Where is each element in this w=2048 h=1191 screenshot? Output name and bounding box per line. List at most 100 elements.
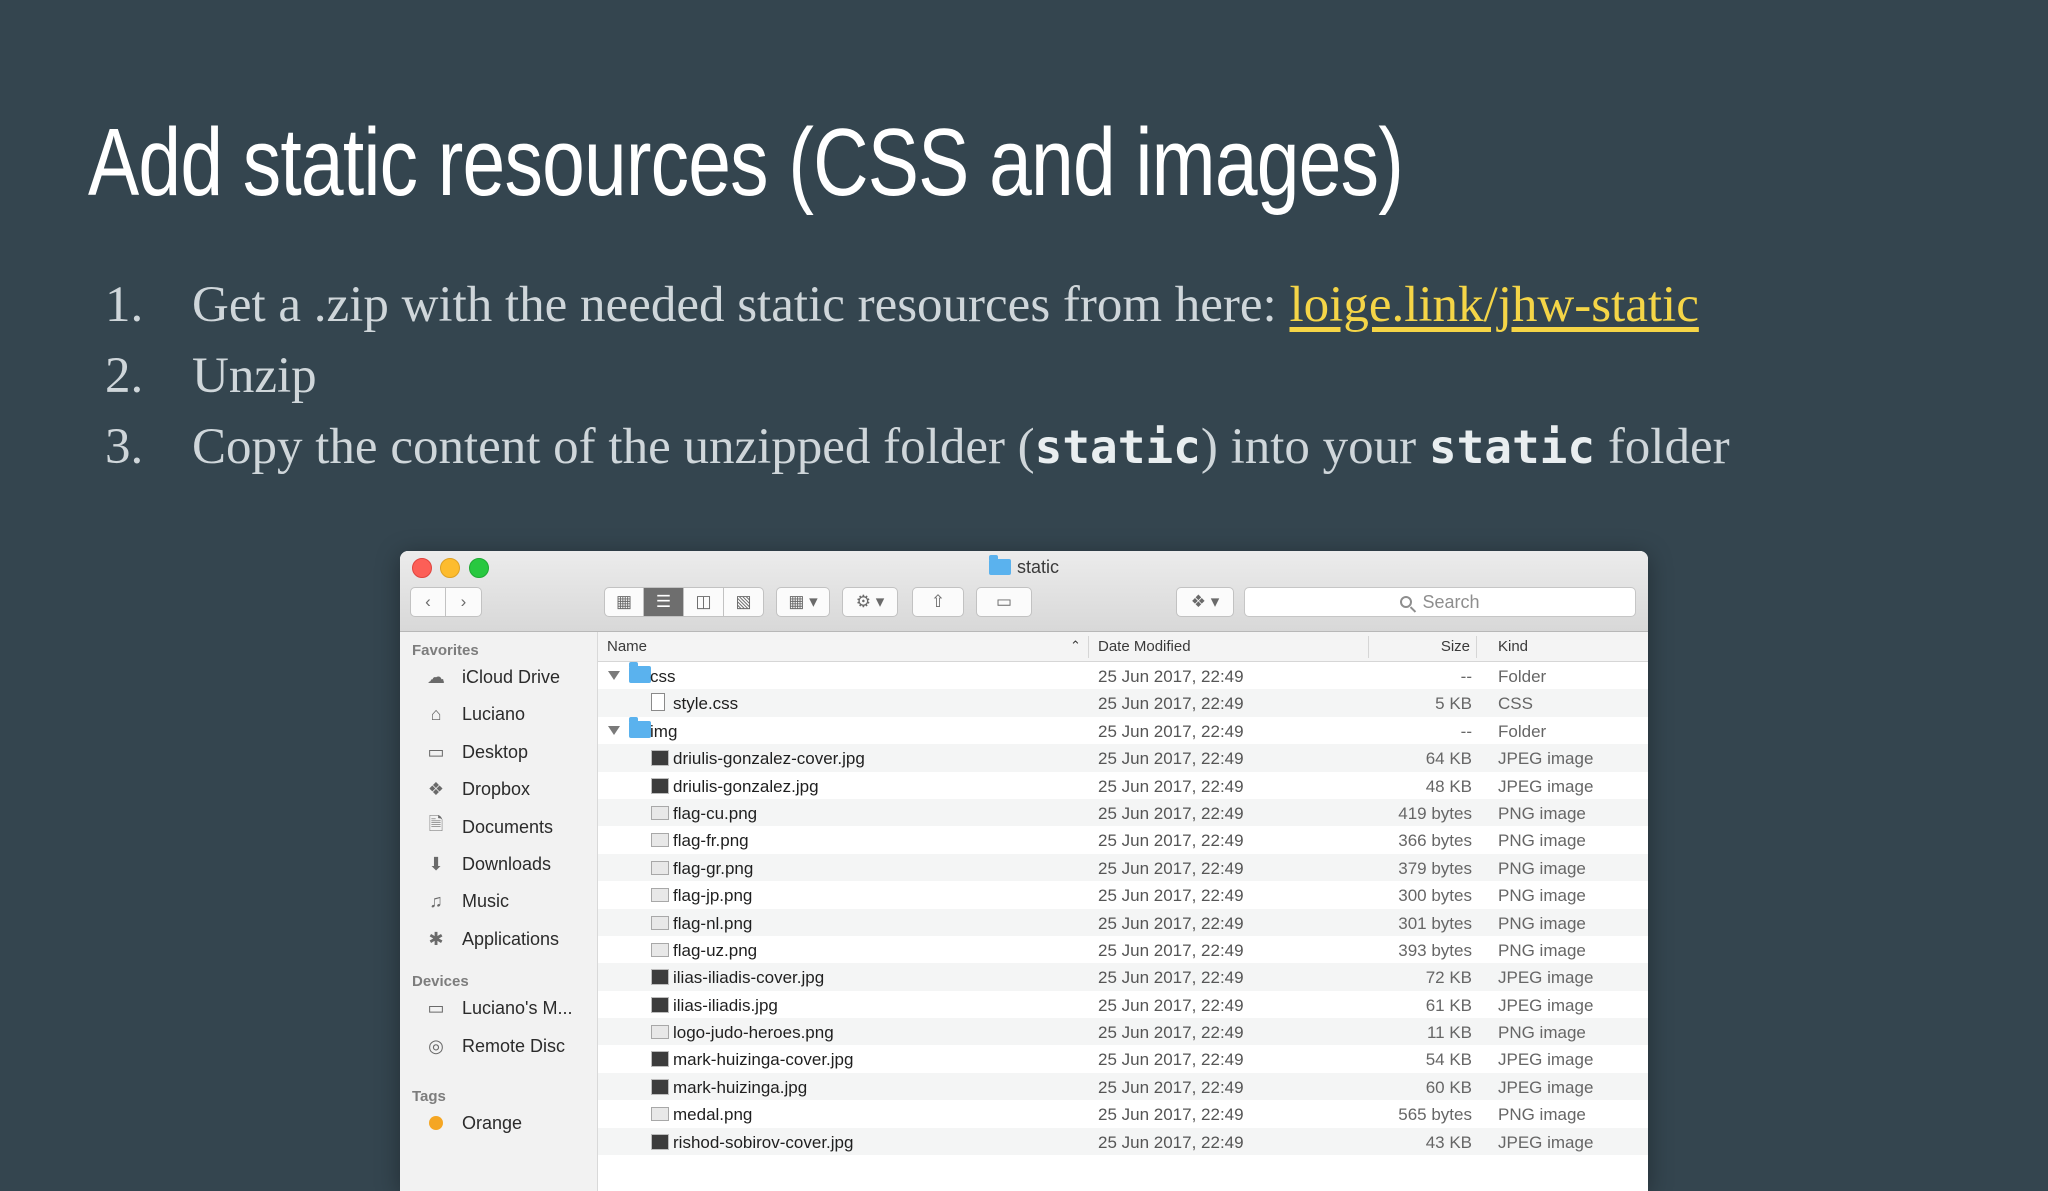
- file-row[interactable]: img 25 Jun 2017, 22:49 -- Folder: [598, 716, 1648, 744]
- sidebar-item-documents[interactable]: 🗎 Documents: [424, 812, 553, 842]
- icon-view-button[interactable]: ▦: [604, 587, 644, 617]
- file-date: 25 Jun 2017, 22:49: [1098, 831, 1244, 851]
- column-divider: [1088, 636, 1089, 658]
- file-kind: JPEG image: [1498, 749, 1594, 769]
- file-size: 301 bytes: [1398, 913, 1472, 933]
- image-file-icon: [651, 833, 669, 848]
- file-row[interactable]: logo-judo-heroes.png 25 Jun 2017, 22:49 11…: [598, 1018, 1648, 1046]
- file-row[interactable]: driulis-gonzalez-cover.jpg 25 Jun 2017, 2…: [598, 744, 1648, 772]
- sidebar-section-tags: Tags: [412, 1088, 446, 1105]
- file-size: 5 KB: [1435, 694, 1472, 714]
- tag-color-dot-icon: [424, 1113, 448, 1133]
- column-view-button[interactable]: ◫: [684, 587, 724, 617]
- step-number: 3.: [105, 419, 144, 475]
- disclosure-triangle-icon[interactable]: [608, 671, 620, 680]
- column-name-header[interactable]: Name: [607, 638, 647, 655]
- file-size: --: [1460, 667, 1472, 686]
- sidebar-item-icloud-drive[interactable]: ☁ iCloud Drive: [424, 662, 560, 692]
- file-date: 25 Jun 2017, 22:49: [1098, 694, 1244, 714]
- sidebar-item-applications[interactable]: ✱ Applications: [424, 924, 559, 954]
- sidebar-item-dropbox[interactable]: ❖ Dropbox: [424, 774, 530, 804]
- sidebar-item-label: Remote Disc: [462, 1035, 566, 1056]
- image-file-icon: [651, 860, 669, 875]
- file-row[interactable]: flag-uz.png 25 Jun 2017, 22:49 393 bytes PN…: [598, 936, 1648, 963]
- file-row[interactable]: flag-fr.png 25 Jun 2017, 22:49 366 bytes PN…: [598, 826, 1648, 853]
- sidebar-item-desktop[interactable]: ▭ Desktop: [424, 737, 528, 767]
- file-date: 25 Jun 2017, 22:49: [1098, 1023, 1244, 1043]
- file-row[interactable]: medal.png 25 Jun 2017, 22:49 565 bytes PNG …: [598, 1100, 1648, 1127]
- dropbox-button[interactable]: ❖ ▾: [1176, 587, 1234, 617]
- sidebar-item-music[interactable]: ♫ Music: [424, 886, 509, 916]
- file-date: 25 Jun 2017, 22:49: [1098, 1132, 1244, 1152]
- column-date-header[interactable]: Date Modified: [1098, 638, 1191, 655]
- file-row[interactable]: flag-nl.png 25 Jun 2017, 22:49 301 bytes PN…: [598, 908, 1648, 936]
- finder-toolbar: static ‹ › ▦ ☰ ◫ ▧ ▦ ▾ ⚙ ▾ ⇧ ▭ ❖ ▾ Searc…: [400, 551, 1648, 632]
- arrange-button[interactable]: ▦ ▾: [776, 587, 830, 617]
- tags-button[interactable]: ▭: [976, 587, 1032, 617]
- home-icon: ⌂: [430, 703, 442, 724]
- search-field[interactable]: Search: [1244, 587, 1636, 617]
- sidebar-item-lucianos-mac[interactable]: ▭ Luciano's M...: [424, 993, 572, 1023]
- back-button[interactable]: ‹: [410, 587, 446, 617]
- file-kind: PNG image: [1498, 803, 1586, 823]
- folder-icon: [629, 662, 651, 683]
- file-row[interactable]: style.css 25 Jun 2017, 22:49 5 KB CSS: [598, 689, 1648, 717]
- share-button[interactable]: ⇧: [912, 587, 964, 617]
- image-file-icon: [651, 1133, 669, 1150]
- sidebar-item-remote-disc[interactable]: ◎ Remote Disc: [424, 1031, 565, 1061]
- file-date: 25 Jun 2017, 22:49: [1098, 913, 1244, 933]
- column-kind-header[interactable]: Kind: [1498, 638, 1528, 655]
- cover-flow-button[interactable]: ▧: [724, 587, 764, 617]
- window-title-text: static: [1016, 557, 1059, 577]
- column-divider: [1368, 636, 1369, 658]
- nav-buttons: ‹ ›: [410, 587, 482, 617]
- arrange-icon: ▦ ▾: [788, 592, 818, 611]
- file-kind: Folder: [1498, 721, 1547, 741]
- file-row[interactable]: driulis-gonzalez.jpg 25 Jun 2017, 22:49 48…: [598, 772, 1648, 799]
- step-text-mid: ) into your: [1200, 419, 1429, 475]
- file-list: css 25 Jun 2017, 22:49 -- Folder style.css 25…: [598, 662, 1648, 1191]
- file-row[interactable]: flag-gr.png 25 Jun 2017, 22:49 379 bytes PN…: [598, 853, 1648, 882]
- image-file-icon: [651, 1107, 669, 1122]
- file-kind: PNG image: [1498, 886, 1586, 906]
- file-row[interactable]: flag-jp.png 25 Jun 2017, 22:49 300 bytes PN…: [598, 881, 1648, 908]
- file-row[interactable]: mark-huizinga-cover.jpg 25 Jun 2017, 22:4…: [598, 1045, 1648, 1072]
- file-size: 60 KB: [1425, 1077, 1472, 1097]
- file-row[interactable]: rishod-sobirov-cover.jpg 25 Jun 2017, 22:…: [598, 1127, 1648, 1156]
- forward-button[interactable]: ›: [446, 587, 482, 617]
- file-kind: JPEG image: [1498, 776, 1594, 796]
- file-row[interactable]: css 25 Jun 2017, 22:49 -- Folder: [598, 662, 1648, 689]
- file-row[interactable]: mark-huizinga.jpg 25 Jun 2017, 22:49 60 KB…: [598, 1072, 1648, 1101]
- file-size: 54 KB: [1425, 1050, 1472, 1070]
- sidebar-item-tag-orange[interactable]: Orange: [424, 1108, 522, 1138]
- file-row[interactable]: ilias-iliadis-cover.jpg 25 Jun 2017, 22:4…: [598, 963, 1648, 991]
- music-icon: ♫: [429, 890, 443, 911]
- sidebar-section-devices: Devices: [412, 973, 469, 990]
- sidebar-item-downloads[interactable]: ⬇ Downloads: [424, 849, 551, 879]
- file-date: 25 Jun 2017, 22:49: [1098, 803, 1244, 823]
- file-name: flag-jp.png: [673, 886, 753, 906]
- disclosure-triangle-icon[interactable]: [608, 725, 620, 735]
- column-size-header[interactable]: Size: [1441, 638, 1470, 655]
- finder-sidebar: Favorites ☁ iCloud Drive ⌂ Luciano ▭ Deskto…: [400, 632, 598, 1191]
- sidebar-item-luciano[interactable]: ⌂ Luciano: [424, 699, 526, 729]
- step-text-post: folder: [1595, 419, 1730, 475]
- file-date: 25 Jun 2017, 22:49: [1098, 968, 1244, 988]
- file-name: rishod-sobirov-cover.jpg: [673, 1132, 854, 1152]
- file-date: 25 Jun 2017, 22:49: [1098, 667, 1244, 686]
- file-name: style.css: [673, 694, 739, 714]
- view-mode-control: ▦ ☰ ◫ ▧: [604, 587, 764, 617]
- document-icon: [651, 693, 665, 712]
- list-view-button[interactable]: ☰: [644, 587, 684, 617]
- image-file-icon: [651, 805, 669, 820]
- file-kind: Folder: [1498, 667, 1547, 686]
- column-divider: [1476, 636, 1477, 658]
- file-date: 25 Jun 2017, 22:49: [1098, 749, 1244, 769]
- static-zip-link[interactable]: loige.link/jhw-static: [1289, 277, 1698, 333]
- image-file-icon: [651, 888, 669, 903]
- step-text: Get a .zip with the needed static resour…: [192, 270, 1699, 341]
- action-button[interactable]: ⚙ ▾: [842, 587, 898, 617]
- file-row[interactable]: ilias-iliadis.jpg 25 Jun 2017, 22:49 61 KB…: [598, 991, 1648, 1018]
- file-row[interactable]: flag-cu.png 25 Jun 2017, 22:49 419 bytes PN…: [598, 798, 1648, 827]
- folder-icon: [629, 716, 651, 738]
